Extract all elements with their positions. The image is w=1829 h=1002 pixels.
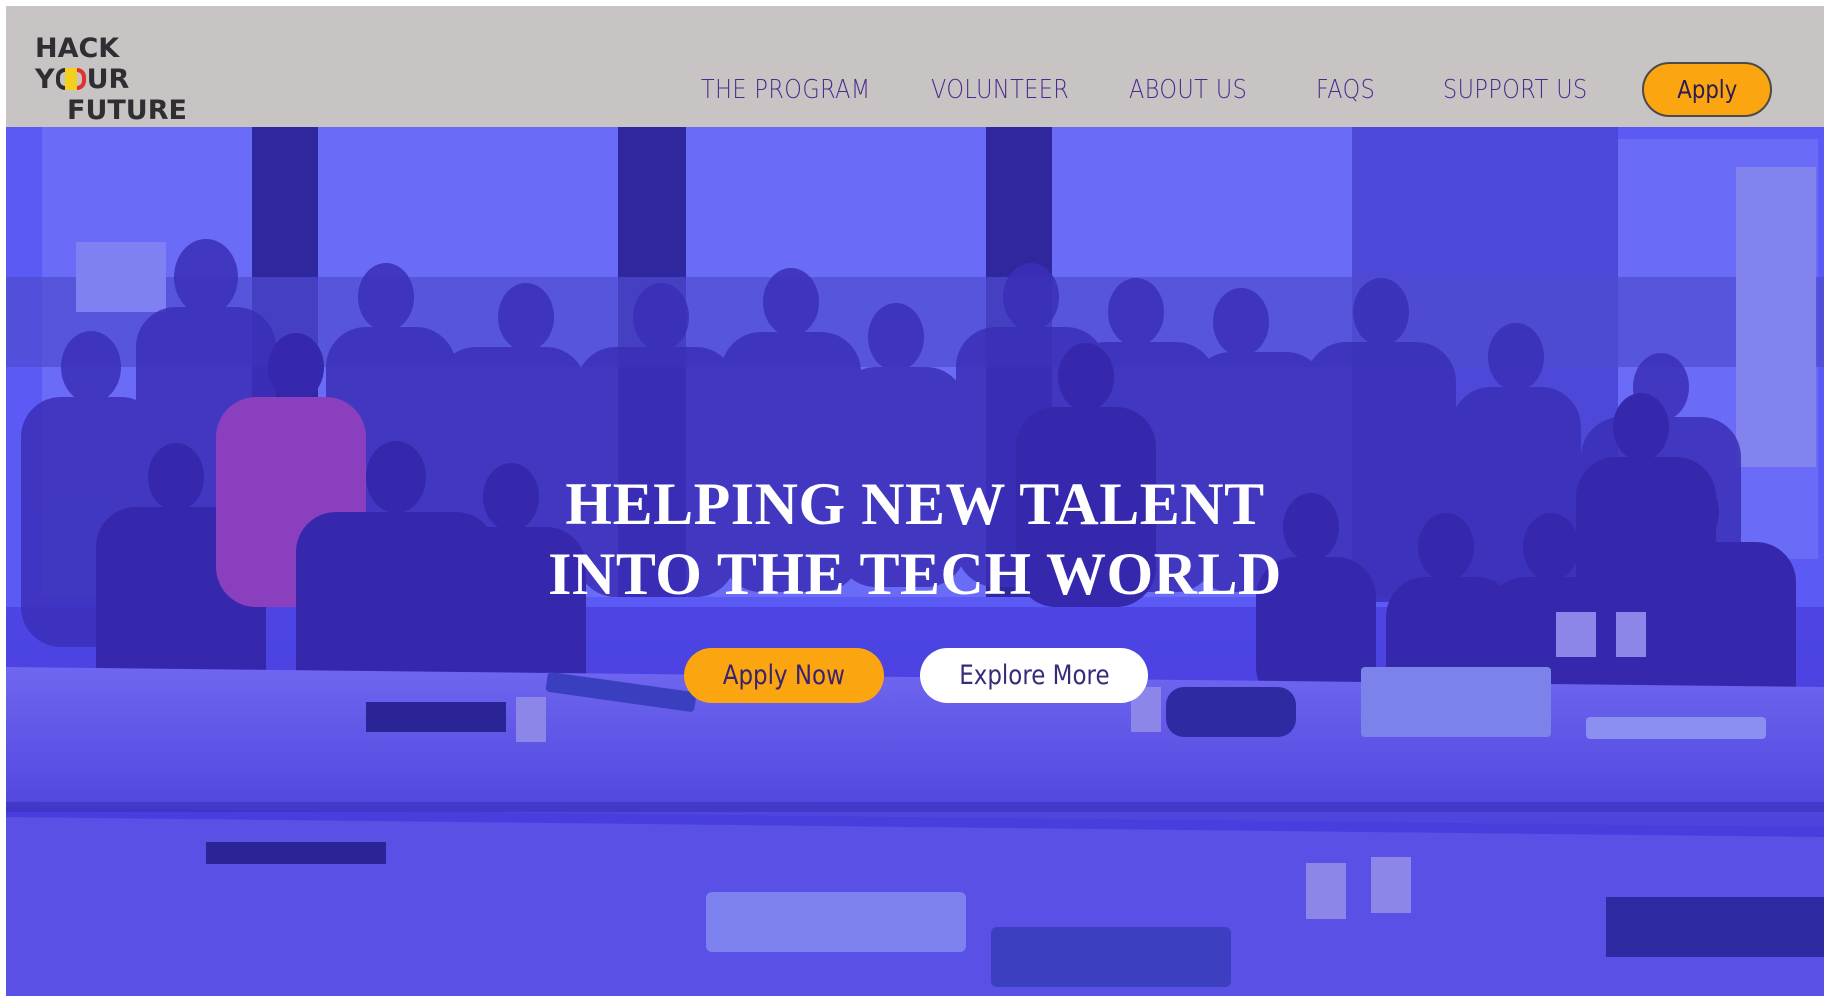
nav-item-volunteer[interactable]: VOLUNTEER — [931, 75, 1069, 105]
logo-line-2: Y UR — [35, 64, 129, 95]
apply-now-button[interactable]: Apply Now — [684, 648, 884, 703]
logo-line-3: FUTURE — [67, 95, 187, 126]
nav-item-the-program[interactable]: THE PROGRAM — [701, 75, 871, 105]
nav-item-about-us[interactable]: ABOUT US — [1129, 75, 1247, 105]
hack-your-future-logo[interactable]: HACK Y UR FUTURE — [35, 33, 215, 126]
belgian-flag-o-icon — [55, 68, 86, 90]
page: HACK Y UR FUTURE THE PROGRAM VOLUNTEER AB… — [6, 6, 1824, 996]
hero-title-line-2: INTO THE TECH WORLD — [548, 541, 1282, 607]
nav-item-support-us[interactable]: SUPPORT US — [1443, 75, 1588, 105]
header-apply-button[interactable]: Apply — [1642, 62, 1772, 117]
logo-letter-y: Y — [35, 64, 55, 95]
hero-title-line-1: HELPING NEW TALENT — [565, 471, 1265, 537]
explore-more-label: Explore More — [958, 660, 1110, 691]
apply-now-label: Apply Now — [722, 660, 846, 691]
site-header: HACK Y UR FUTURE THE PROGRAM VOLUNTEER AB… — [6, 6, 1824, 127]
logo-letters-ur: UR — [86, 64, 130, 95]
hero-section: HELPING NEW TALENT INTO THE TECH WORLD A… — [6, 127, 1824, 996]
hero-title: HELPING NEW TALENT INTO THE TECH WORLD — [6, 469, 1824, 609]
explore-more-button[interactable]: Explore More — [920, 648, 1148, 703]
nav-item-faqs[interactable]: FAQS — [1316, 75, 1375, 105]
logo-line-1: HACK — [35, 33, 120, 64]
header-apply-label: Apply — [1676, 75, 1738, 104]
